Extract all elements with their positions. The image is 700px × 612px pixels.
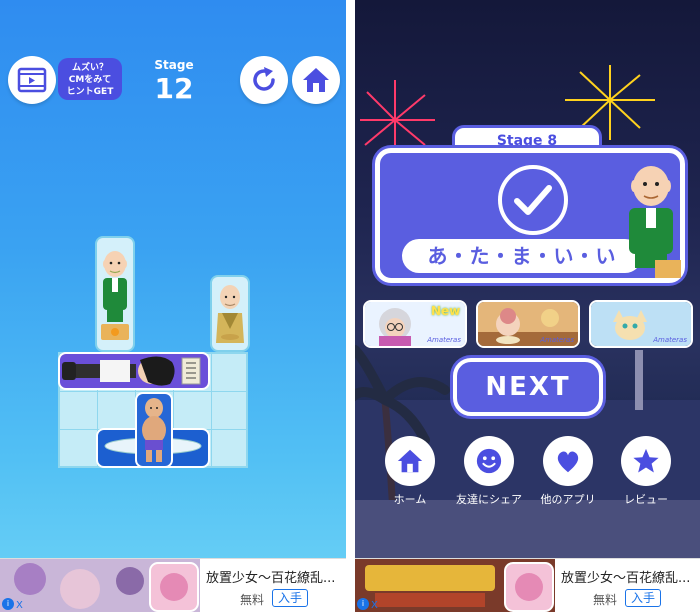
tile-green-suit-man[interactable]: [95, 236, 135, 352]
smile-icon: [476, 448, 502, 474]
puzzle-screen: ムズい？ CMをみて ヒントGET Stage 12 放置少女〜百花繚乱... …: [0, 0, 346, 612]
hint-prompt[interactable]: ムズい？ CMをみて ヒントGET: [58, 58, 122, 100]
ad-info-icon[interactable]: i: [357, 598, 369, 610]
ad-price: 無料: [240, 593, 265, 607]
tile-monk[interactable]: [210, 275, 250, 352]
tile-bald-man[interactable]: [135, 392, 173, 468]
stage-number: 12: [154, 72, 194, 105]
tile-lying-man[interactable]: [58, 352, 210, 390]
ad-info-icon[interactable]: i: [2, 598, 14, 610]
nav-other-apps-label: 他のアプリ: [540, 493, 596, 506]
ad-title: 放置少女〜百花繚乱...: [561, 571, 691, 586]
next-button[interactable]: NEXT: [453, 358, 603, 416]
character-green-suit-man: [629, 166, 681, 278]
ad-artwork-image: [0, 559, 200, 612]
ad-price: 無料: [593, 593, 618, 607]
stage-clear-screen: Stage 8 あ・た・ま・い・い New Amateras Amateras …: [355, 0, 700, 612]
nav-home-button[interactable]: [385, 436, 435, 486]
restart-button[interactable]: [240, 56, 288, 104]
check-mark-icon: [498, 165, 568, 235]
ad-install-button[interactable]: 入手: [625, 589, 662, 607]
app-thumbnail-3[interactable]: Amateras: [589, 300, 693, 348]
ad-artwork-image: [355, 559, 555, 612]
ad-title: 放置少女〜百花繚乱...: [206, 571, 336, 586]
nav-home-label: ホーム: [393, 493, 427, 506]
refresh-icon: [253, 67, 275, 91]
thumbnail-brand: Amateras: [653, 336, 687, 344]
green-suit-man-icon: [101, 251, 129, 340]
home-icon: [303, 68, 329, 92]
hint-line-3: ヒントGET: [66, 87, 114, 97]
bald-man-icon: [142, 398, 166, 462]
nav-review-button[interactable]: [621, 436, 671, 486]
home-icon: [397, 449, 423, 473]
star-icon: [633, 448, 659, 473]
new-badge: New: [431, 304, 461, 318]
app-thumbnail-2[interactable]: Amateras: [476, 300, 580, 348]
stage-label: Stage: [154, 58, 194, 72]
nav-share-label: 友達にシェア: [456, 493, 522, 506]
video-icon: [17, 67, 47, 93]
hint-line-1: ムズい？: [71, 63, 108, 73]
monk-icon: [216, 285, 244, 343]
app-thumbnail-1[interactable]: New Amateras: [363, 300, 467, 348]
ad-banner[interactable]: 放置少女〜百花繚乱... 無料 入手 i X: [0, 558, 346, 612]
answer-text: あ・た・ま・い・い: [402, 239, 642, 273]
video-hint-button[interactable]: [8, 56, 56, 104]
nav-review-label: レビュー: [624, 493, 668, 506]
ad-close-icon[interactable]: X: [371, 600, 378, 611]
lying-man-icon: [62, 356, 201, 386]
nav-other-apps-button[interactable]: [543, 436, 593, 486]
ad-banner[interactable]: 放置少女〜百花繚乱... 無料 入手 i X: [355, 558, 700, 612]
ad-close-icon[interactable]: X: [16, 600, 23, 611]
hint-line-2: CMをみて: [68, 75, 112, 85]
heart-icon: [557, 451, 579, 473]
ad-install-button[interactable]: 入手: [272, 589, 309, 607]
nav-share-button[interactable]: [464, 436, 514, 486]
home-button[interactable]: [292, 56, 340, 104]
thumbnail-brand: Amateras: [427, 336, 461, 344]
thumbnail-brand: Amateras: [540, 336, 574, 344]
